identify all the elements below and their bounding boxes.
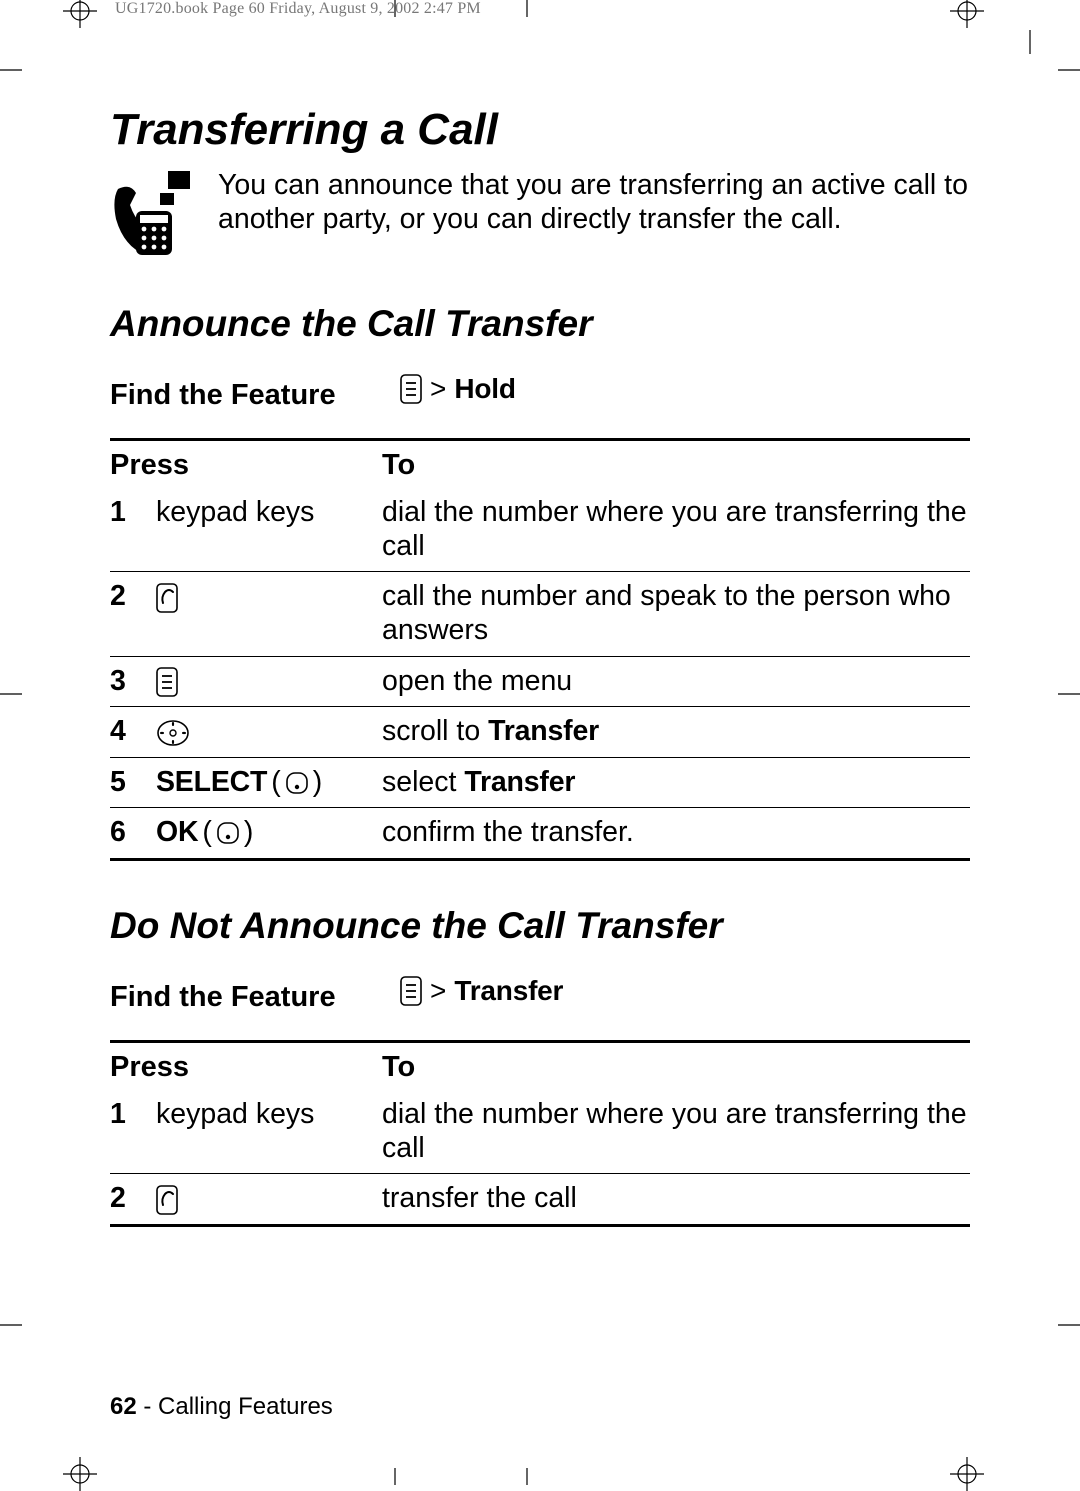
crop-mark-icon — [1050, 679, 1080, 709]
softkey-label: SELECT — [156, 766, 267, 800]
crop-mark-icon — [512, 0, 542, 20]
nav-key-icon — [156, 718, 190, 748]
step-number: 4 — [110, 707, 156, 758]
press-cell: keypad keys — [156, 1090, 382, 1174]
press-cell — [156, 707, 382, 758]
step-number: 1 — [110, 488, 156, 572]
find-feature-value: > Hold — [400, 373, 516, 405]
find-feature-row: Find the Feature > Transfer — [110, 969, 970, 1036]
table-row: 6 OK ( ) confirm the transfer. — [110, 808, 970, 860]
greater-than: > — [430, 373, 446, 405]
page-number: 62 — [110, 1393, 137, 1420]
crop-mark-icon — [950, 1457, 984, 1491]
softkey-icon — [216, 821, 240, 845]
header-trace: UG1720.book Page 60 Friday, August 9, 20… — [115, 0, 481, 18]
page-footer: 62 - Calling Features — [110, 1393, 333, 1421]
col-header-press: Press — [110, 1042, 382, 1091]
to-bold: Transfer — [488, 715, 599, 747]
col-header-to: To — [382, 440, 970, 489]
table-row: 1 keypad keys dial the number where you … — [110, 488, 970, 572]
steps-table-announce: Press To 1 keypad keys dial the number w… — [110, 438, 970, 861]
find-feature-label: Find the Feature — [110, 981, 400, 1014]
to-cell: dial the number where you are transferri… — [382, 488, 970, 572]
to-cell: call the number and speak to the person … — [382, 572, 970, 656]
table-row: 2 call the number and speak to the perso… — [110, 572, 970, 656]
to-cell: select Transfer — [382, 757, 970, 808]
to-pre: scroll to — [382, 715, 488, 747]
crop-mark-icon — [512, 1465, 542, 1485]
section-heading-announce: Announce the Call Transfer — [110, 303, 970, 345]
crop-mark-icon — [1050, 55, 1080, 85]
table-row: 4 scroll to Transfer — [110, 707, 970, 758]
send-key-icon — [156, 583, 178, 613]
step-number: 2 — [110, 572, 156, 656]
softkey-label: OK — [156, 816, 198, 850]
press-cell: keypad keys — [156, 488, 382, 572]
find-feature-value: > Transfer — [400, 975, 563, 1007]
phone-in-hand-icon — [110, 169, 196, 259]
step-number: 1 — [110, 1090, 156, 1174]
crop-mark-icon — [950, 0, 984, 28]
crop-mark-icon — [63, 1457, 97, 1491]
send-key-icon — [156, 1185, 178, 1215]
menu-key-icon — [400, 374, 422, 404]
page-title: Transferring a Call — [110, 105, 970, 155]
crop-mark-icon — [380, 1465, 410, 1485]
steps-table-no-announce: Press To 1 keypad keys dial the number w… — [110, 1040, 970, 1227]
crop-mark-icon — [63, 0, 97, 28]
find-feature-row: Find the Feature > Hold — [110, 367, 970, 434]
greater-than: > — [430, 975, 446, 1007]
menu-target: Transfer — [454, 975, 563, 1007]
crop-mark-icon — [1010, 30, 1050, 90]
press-cell — [156, 572, 382, 656]
to-cell: dial the number where you are transferri… — [382, 1090, 970, 1174]
table-row: 1 keypad keys dial the number where you … — [110, 1090, 970, 1174]
crop-mark-icon — [0, 55, 30, 85]
intro-text: You can announce that you are transferri… — [218, 169, 970, 236]
table-row: 3 open the menu — [110, 656, 970, 707]
menu-key-icon — [400, 976, 422, 1006]
to-cell: confirm the transfer. — [382, 808, 970, 860]
step-number: 5 — [110, 757, 156, 808]
step-number: 6 — [110, 808, 156, 860]
table-row: 2 transfer the call — [110, 1174, 970, 1226]
to-cell: scroll to Transfer — [382, 707, 970, 758]
step-number: 2 — [110, 1174, 156, 1226]
menu-target: Hold — [454, 373, 515, 405]
find-feature-label: Find the Feature — [110, 379, 400, 412]
table-row: 5 SELECT ( ) select Transfer — [110, 757, 970, 808]
to-cell: transfer the call — [382, 1174, 970, 1226]
crop-mark-icon — [1050, 1310, 1080, 1340]
col-header-press: Press — [110, 440, 382, 489]
to-pre: select — [382, 766, 464, 798]
press-cell: OK ( ) — [156, 808, 382, 860]
crop-mark-icon — [0, 1310, 30, 1340]
press-cell — [156, 1174, 382, 1226]
step-number: 3 — [110, 656, 156, 707]
crop-mark-icon — [0, 679, 30, 709]
menu-key-icon — [156, 667, 178, 697]
press-cell — [156, 656, 382, 707]
col-header-to: To — [382, 1042, 970, 1091]
to-cell: open the menu — [382, 656, 970, 707]
softkey-icon — [285, 771, 309, 795]
footer-section: Calling Features — [158, 1393, 333, 1420]
intro-block: You can announce that you are transferri… — [110, 169, 970, 259]
to-bold: Transfer — [464, 766, 575, 798]
section-heading-no-announce: Do Not Announce the Call Transfer — [110, 905, 970, 947]
press-cell: SELECT ( ) — [156, 757, 382, 808]
